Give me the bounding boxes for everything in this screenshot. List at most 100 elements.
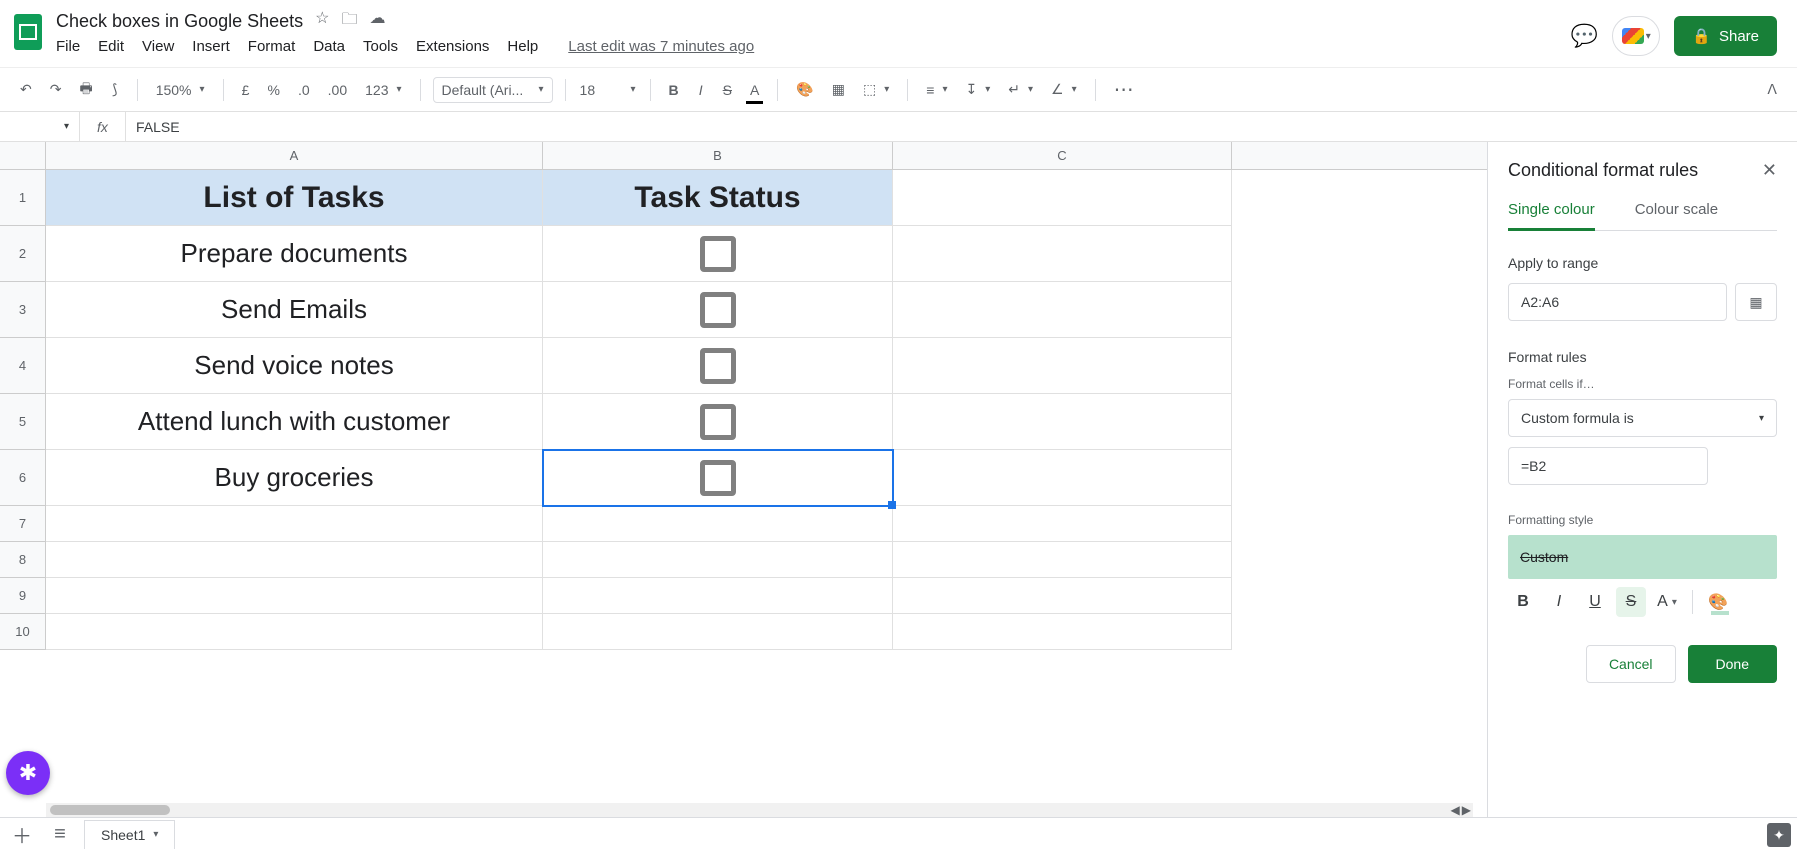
row-header-1[interactable]: 1 (0, 170, 46, 226)
cancel-button[interactable]: Cancel (1586, 645, 1676, 683)
cell-C3[interactable] (893, 282, 1232, 338)
checkbox-icon[interactable] (700, 460, 736, 496)
more-formats-button[interactable]: 123 (359, 78, 407, 102)
cell-A8[interactable] (46, 542, 543, 578)
share-button[interactable]: 🔒 Share (1674, 16, 1777, 56)
cell-C2[interactable] (893, 226, 1232, 282)
row-header-6[interactable]: 6 (0, 450, 46, 506)
cell-A10[interactable] (46, 614, 543, 650)
increase-decimal-button[interactable]: .00 (322, 78, 353, 102)
menu-view[interactable]: View (142, 38, 174, 55)
cell-C4[interactable] (893, 338, 1232, 394)
menu-insert[interactable]: Insert (192, 38, 230, 55)
cell-C5[interactable] (893, 394, 1232, 450)
rotate-button[interactable]: ∠ (1045, 77, 1083, 102)
style-strikethrough-button[interactable]: S (1616, 587, 1646, 617)
col-header-C[interactable]: C (893, 142, 1232, 169)
more-tools-button[interactable]: ⋯ (1108, 73, 1142, 106)
font-select[interactable]: Default (Ari...▾ (433, 77, 553, 103)
row-header-8[interactable]: 8 (0, 542, 46, 578)
row-header-10[interactable]: 10 (0, 614, 46, 650)
cell-B9[interactable] (543, 578, 893, 614)
range-input[interactable]: A2:A6 (1508, 283, 1727, 321)
select-all-corner[interactable] (0, 142, 46, 169)
strikethrough-button[interactable]: S (717, 78, 738, 102)
row-header-3[interactable]: 3 (0, 282, 46, 338)
percent-button[interactable]: % (262, 78, 286, 102)
cell-C8[interactable] (893, 542, 1232, 578)
condition-select[interactable]: Custom formula is▾ (1508, 399, 1777, 437)
sheets-logo[interactable] (8, 12, 48, 52)
cell-A7[interactable] (46, 506, 543, 542)
move-icon[interactable]: 🗀 (342, 8, 358, 35)
cell-C6[interactable] (893, 450, 1232, 506)
checkbox-icon[interactable] (700, 292, 736, 328)
italic-button[interactable]: I (691, 78, 711, 102)
borders-button[interactable]: ▦ (826, 77, 851, 102)
menu-tools[interactable]: Tools (363, 38, 398, 55)
formula-input[interactable]: FALSE (126, 119, 180, 135)
row-header-2[interactable]: 2 (0, 226, 46, 282)
cell-A3[interactable]: Send Emails (46, 282, 543, 338)
meet-button[interactable]: ▾ (1612, 16, 1660, 56)
record-fab[interactable]: ✱ (6, 751, 50, 795)
close-icon[interactable]: ✕ (1762, 160, 1777, 181)
cell-B5[interactable] (543, 394, 893, 450)
text-color-button[interactable]: A (744, 78, 765, 102)
sheet-tab-1[interactable]: Sheet1▾ (84, 820, 175, 849)
style-text-color-button[interactable]: A (1652, 587, 1682, 617)
style-bold-button[interactable]: B (1508, 587, 1538, 617)
doc-title[interactable]: Check boxes in Google Sheets (56, 11, 303, 32)
wrap-button[interactable]: ↵ (1002, 77, 1039, 102)
row-header-5[interactable]: 5 (0, 394, 46, 450)
menu-extensions[interactable]: Extensions (416, 38, 489, 55)
cell-C9[interactable] (893, 578, 1232, 614)
row-header-4[interactable]: 4 (0, 338, 46, 394)
decrease-decimal-button[interactable]: .0 (292, 78, 316, 102)
style-italic-button[interactable]: I (1544, 587, 1574, 617)
explore-button[interactable]: ✦ (1767, 823, 1791, 847)
redo-icon[interactable]: ↷ (44, 77, 68, 102)
cell-B4[interactable] (543, 338, 893, 394)
print-icon[interactable]: 🖶 (73, 74, 98, 106)
cell-C10[interactable] (893, 614, 1232, 650)
done-button[interactable]: Done (1688, 645, 1777, 683)
select-range-icon[interactable]: ▦ (1735, 283, 1777, 321)
col-header-A[interactable]: A (46, 142, 543, 169)
fill-color-button[interactable]: 🎨 (790, 77, 819, 102)
row-header-7[interactable]: 7 (0, 506, 46, 542)
cell-B10[interactable] (543, 614, 893, 650)
cell-A5[interactable]: Attend lunch with customer (46, 394, 543, 450)
checkbox-icon[interactable] (700, 348, 736, 384)
col-header-B[interactable]: B (543, 142, 893, 169)
merge-button[interactable]: ⬚ (857, 77, 895, 102)
menu-edit[interactable]: Edit (98, 38, 124, 55)
cell-B6-selected[interactable] (543, 450, 893, 506)
cell-A1[interactable]: List of Tasks (46, 170, 543, 226)
menu-data[interactable]: Data (313, 38, 345, 55)
cell-A6[interactable]: Buy groceries (46, 450, 543, 506)
h-align-button[interactable]: ≡ (920, 78, 953, 102)
style-underline-button[interactable]: U (1580, 587, 1610, 617)
tab-colour-scale[interactable]: Colour scale (1635, 201, 1718, 230)
undo-icon[interactable]: ↶ (14, 77, 38, 102)
all-sheets-button[interactable]: ≡ (46, 823, 74, 846)
spreadsheet-grid[interactable]: A B C 1 2 3 4 5 6 7 8 9 10 List of Tasks… (0, 142, 1487, 817)
cell-C7[interactable] (893, 506, 1232, 542)
paint-format-icon[interactable]: ⟆ (105, 77, 125, 102)
comments-icon[interactable]: 💬 (1571, 23, 1598, 49)
star-icon[interactable]: ☆ (315, 8, 329, 35)
name-box[interactable]: ▾ (0, 112, 80, 141)
cell-A4[interactable]: Send voice notes (46, 338, 543, 394)
collapse-toolbar-button[interactable]: ᐱ (1761, 77, 1783, 102)
tab-single-colour[interactable]: Single colour (1508, 201, 1595, 231)
cell-B1[interactable]: Task Status (543, 170, 893, 226)
menu-help[interactable]: Help (507, 38, 538, 55)
checkbox-icon[interactable] (700, 404, 736, 440)
horizontal-scrollbar[interactable]: ◀▶ (46, 803, 1473, 817)
cloud-icon[interactable]: ☁ (370, 8, 386, 35)
formula-field[interactable]: =B2 (1508, 447, 1708, 485)
v-align-button[interactable]: ↧ (959, 77, 996, 102)
font-size-select[interactable]: 18▾ (578, 78, 638, 102)
cell-B8[interactable] (543, 542, 893, 578)
